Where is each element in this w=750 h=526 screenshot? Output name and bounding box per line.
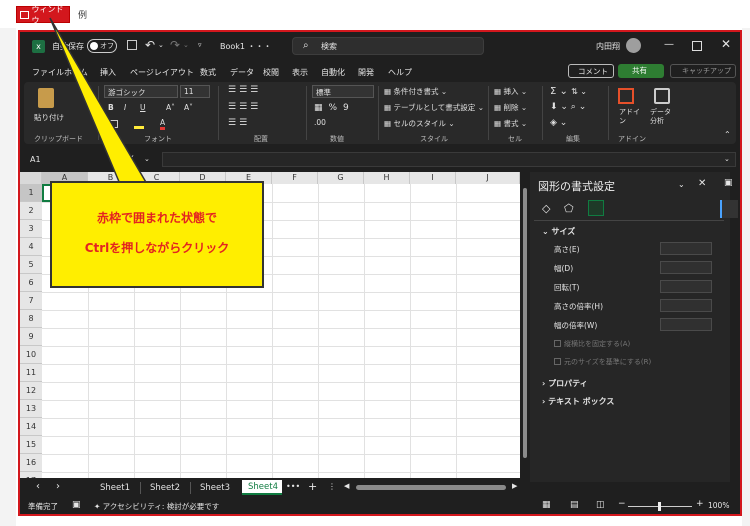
callout-line-1: 赤枠で囲まれた状態で bbox=[96, 211, 217, 225]
callout-pointer-shape bbox=[49, 17, 149, 185]
callout-box: 赤枠で囲まれた状態で Ctrlを押しながらクリック bbox=[50, 181, 264, 288]
callout-line-2: Ctrlを押しながらクリック bbox=[84, 241, 230, 255]
